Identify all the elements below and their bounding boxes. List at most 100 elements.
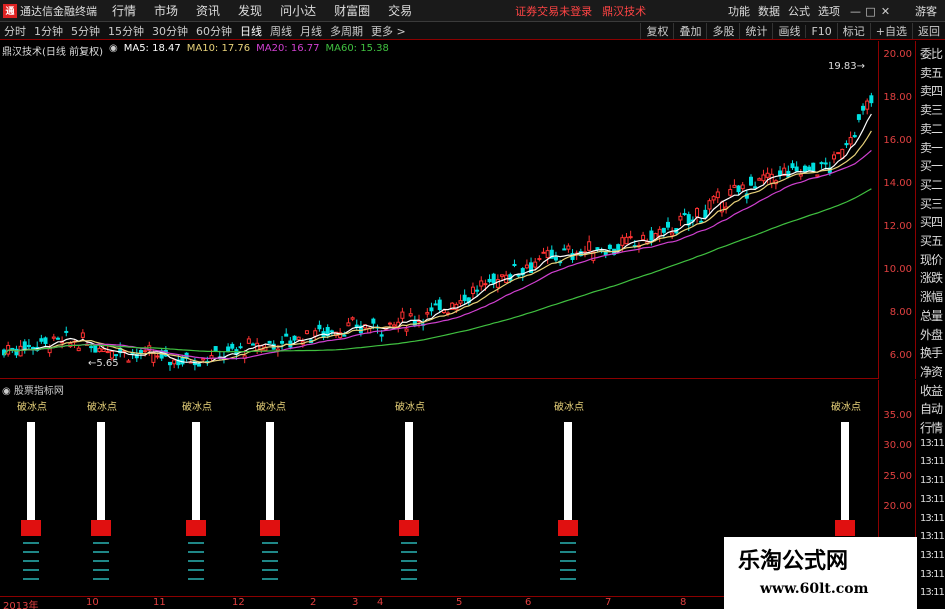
toolbar-right: 复权 叠加 多股 统计 画线 F10 标记 +自选 返回	[640, 22, 945, 40]
mark-button[interactable]: 标记	[836, 23, 870, 39]
price-tick: 18.00	[883, 92, 912, 103]
candle-body	[715, 191, 720, 199]
break-ice-label: 破冰点	[87, 400, 117, 413]
watermark-title: 乐淘公式网	[738, 548, 849, 574]
signal-bar	[97, 422, 105, 522]
tab-60min[interactable]: 60分钟	[192, 23, 236, 39]
menu-data[interactable]: 数据	[758, 3, 780, 19]
menu-ask[interactable]: 问小达	[280, 2, 316, 19]
tab-1min[interactable]: 1分钟	[30, 23, 67, 39]
kline-canvas[interactable]: ←5.65 19.83→	[0, 41, 878, 379]
candle-body	[201, 358, 206, 361]
candle-body	[317, 324, 322, 330]
menu-trade[interactable]: 交易	[388, 2, 412, 19]
tab-monthly[interactable]: 月线	[296, 23, 326, 39]
candle-body	[516, 274, 521, 277]
candle-body	[682, 213, 687, 216]
candle-body	[624, 236, 629, 245]
menu-wealth[interactable]: 财富圈	[334, 2, 370, 19]
candle-body	[246, 338, 251, 344]
date-tick: 3	[352, 597, 359, 608]
candle-body	[749, 176, 753, 186]
add-favorite-button[interactable]: +自选	[869, 23, 912, 39]
maximize-icon[interactable]: □	[863, 5, 878, 18]
signal-bar	[192, 422, 200, 522]
candle-body	[790, 163, 795, 169]
tab-weekly[interactable]: 周线	[266, 23, 296, 39]
candle-body	[433, 303, 438, 306]
candle-body	[802, 165, 807, 173]
quote-panel[interactable]: 委比 卖五 卖四 卖三 卖二 卖一 买一 买二 买三 买四 买五 现价 涨跌 涨幅 总量 外盘 换手 净资 收益 自动…	[917, 41, 945, 609]
break-ice-label: 破冰点	[17, 400, 47, 413]
candle-body	[101, 348, 106, 353]
tab-multi-period[interactable]: 多周期	[326, 23, 367, 39]
candle-body	[392, 324, 397, 327]
quote-field: 买三	[920, 196, 943, 211]
menu-formula[interactable]: 公式	[788, 3, 810, 19]
draw-line-button[interactable]: 画线	[772, 23, 805, 39]
date-tick: 5	[456, 597, 463, 608]
adjust-button[interactable]: 复权	[640, 23, 673, 39]
candle-body	[661, 227, 666, 233]
f10-button[interactable]: F10	[805, 24, 836, 38]
quote-field: 卖五	[920, 65, 943, 80]
candle-body	[852, 135, 857, 138]
app-title: 通达信金融终端	[20, 4, 97, 18]
quote-field: 卖二	[920, 121, 943, 136]
tab-5min[interactable]: 5分钟	[67, 23, 104, 39]
high-price-label: 19.83→	[828, 61, 865, 72]
candle-body	[495, 279, 500, 288]
indicator-tick: 20.00	[883, 501, 912, 512]
quote-field: 13:11	[920, 568, 945, 580]
price-tick: 14.00	[883, 178, 912, 189]
candle-body	[607, 244, 612, 250]
menu-options[interactable]: 选项	[818, 3, 840, 19]
date-tick: 8	[680, 597, 687, 608]
tab-30min[interactable]: 30分钟	[148, 23, 192, 39]
tab-daily[interactable]: 日线	[236, 23, 266, 39]
break-ice-label: 破冰点	[395, 400, 425, 413]
quote-field: 净资	[920, 364, 943, 379]
date-tick: 11	[153, 597, 166, 608]
candle-body	[836, 152, 841, 155]
price-tick: 12.00	[883, 221, 912, 232]
quote-field: 现价	[920, 252, 943, 267]
tab-timeshare[interactable]: 分时	[0, 23, 30, 39]
kline-chart-panel[interactable]: 鼎汉技术(日线 前复权) ◉ MA5: 18.47 MA10: 17.76 MA…	[0, 41, 878, 379]
candle-body	[500, 274, 504, 277]
quote-field: 自动	[920, 402, 943, 417]
candle-body	[566, 245, 571, 250]
multi-stock-button[interactable]: 多股	[706, 23, 739, 39]
menu-function[interactable]: 功能	[728, 3, 750, 19]
menu-news[interactable]: 资讯	[196, 2, 220, 19]
price-axis: 20.00 18.00 16.00 14.00 12.00 10.00 8.00…	[878, 41, 916, 379]
date-tick: 2013年	[3, 601, 39, 609]
close-icon[interactable]: ✕	[878, 5, 893, 18]
tab-more[interactable]: 更多 >	[367, 23, 410, 39]
stats-button[interactable]: 统计	[739, 23, 772, 39]
guest-user[interactable]: 游客	[915, 3, 937, 19]
candle-body	[155, 355, 160, 358]
quote-field: 买四	[920, 215, 943, 230]
date-tick: 6	[525, 597, 532, 608]
menu-market[interactable]: 市场	[154, 2, 178, 19]
indicator-tick: 30.00	[883, 440, 912, 451]
candle-body	[753, 186, 758, 189]
candle-body	[620, 237, 625, 246]
minimize-icon[interactable]: —	[848, 5, 863, 18]
candle-body	[387, 322, 392, 325]
break-ice-label: 破冰点	[256, 400, 286, 413]
candle-body	[371, 318, 376, 324]
tab-15min[interactable]: 15分钟	[104, 23, 148, 39]
back-button[interactable]: 返回	[912, 23, 945, 39]
break-ice-label: 破冰点	[554, 400, 584, 413]
candle-body	[64, 330, 69, 333]
login-status[interactable]: 证券交易未登录	[515, 3, 592, 19]
quote-field: 13:11	[920, 549, 945, 561]
overlay-button[interactable]: 叠加	[673, 23, 706, 39]
date-tick: 12	[232, 597, 245, 608]
break-ice-label: 破冰点	[831, 400, 861, 413]
menu-discover[interactable]: 发现	[238, 2, 262, 19]
menu-quotes[interactable]: 行情	[112, 2, 136, 19]
price-tick: 10.00	[883, 264, 912, 275]
